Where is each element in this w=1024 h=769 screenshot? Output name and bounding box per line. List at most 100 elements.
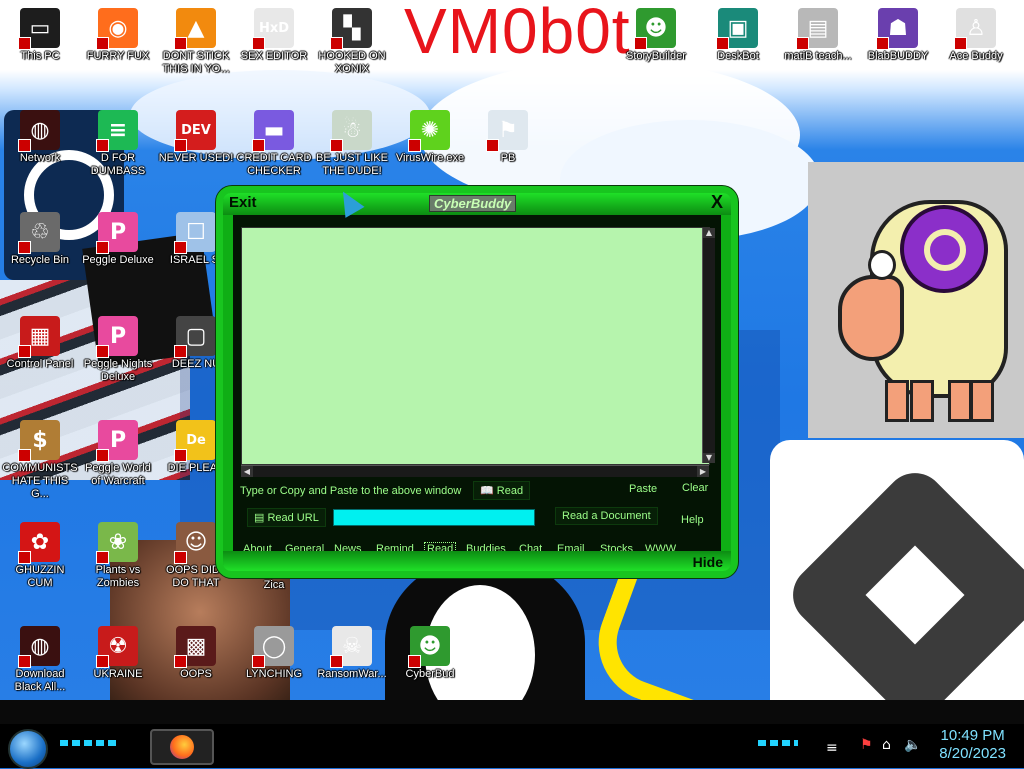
shortcut-badge-icon: [634, 37, 647, 50]
desktop-icon[interactable]: ≡ D FOR DUMBASS: [80, 110, 156, 178]
desktop-icon-label: BlabBUDDY: [867, 50, 929, 62]
app-icon: ❀: [96, 522, 138, 564]
taskbar-firefox[interactable]: [150, 729, 214, 765]
exit-button[interactable]: Exit: [229, 194, 257, 211]
desktop-icon[interactable]: $ COMMUNISTS HATE THIS G...: [2, 420, 78, 501]
app-icon: ▢: [174, 316, 216, 358]
frame-left: [223, 215, 233, 551]
scroll-down-icon[interactable]: ▼: [703, 453, 715, 463]
shortcut-badge-icon: [18, 37, 31, 50]
desktop-icon[interactable]: ⚑ PB: [470, 110, 546, 165]
desktop-icon[interactable]: ▦ Control Panel: [2, 316, 78, 371]
shortcut-badge-icon: [18, 655, 31, 668]
shortcut-badge-icon: [252, 139, 265, 152]
desktop-icon-label: D FOR DUMBASS: [90, 152, 146, 177]
shortcut-badge-icon: [18, 139, 31, 152]
desktop-icon[interactable]: ◍ Download Black All...: [2, 626, 78, 694]
scroll-left-icon[interactable]: ◀: [241, 466, 253, 477]
desktop-icon[interactable]: ▲ DONT STICK THIS IN YO...: [158, 8, 234, 76]
app-icon: ☻: [634, 8, 676, 50]
shortcut-badge-icon: [96, 345, 109, 358]
app-icon: P: [96, 420, 138, 462]
help-button[interactable]: Help: [681, 514, 704, 526]
read-button[interactable]: 📖 Read: [473, 481, 531, 500]
desktop-icon[interactable]: ▩ OOPS: [158, 626, 234, 681]
desktop-icon-label: BE JUST LIKE THE DUDE!: [316, 152, 388, 177]
close-button[interactable]: X: [711, 192, 723, 213]
desktop-icon-label: Recycle Bin: [10, 254, 70, 266]
desktop-icon[interactable]: ▬ CREDIT CARD CHECKER: [236, 110, 312, 178]
desktop-icon[interactable]: ☻ CyberBud: [392, 626, 468, 681]
desktop-icon[interactable]: P Peggle World of Warcraft: [80, 420, 156, 488]
hint-label: Type or Copy and Paste to the above wind…: [240, 485, 462, 497]
desktop-icon[interactable]: ✺ VirusWire.exe: [392, 110, 468, 165]
shortcut-badge-icon: [408, 139, 421, 152]
cyberbuddy-window: Exit CyberBuddy X ▲ ▼ ◀ ▶ Type or Copy a…: [216, 186, 738, 578]
desktop-icon[interactable]: ◯ LYNCHING: [236, 626, 312, 681]
app-icon: ▩: [174, 626, 216, 668]
desktop-icon-label: LYNCHING: [245, 668, 303, 680]
paste-button[interactable]: Paste: [629, 483, 657, 495]
read-url-button[interactable]: ▤ Read URL: [247, 508, 326, 527]
scroll-right-icon[interactable]: ▶: [697, 466, 709, 477]
app-icon: ◉: [96, 8, 138, 50]
taskbar-menu-icon[interactable]: ≡: [826, 740, 838, 756]
desktop-icon-label: Peggle Nights Deluxe: [83, 358, 153, 383]
app-icon: ▤: [796, 8, 838, 50]
desktop-icon[interactable]: P Peggle Nights Deluxe: [80, 316, 156, 384]
network-icon[interactable]: ⌂: [882, 737, 891, 753]
desktop-icon[interactable]: DEV NEVER USED!: [158, 110, 234, 165]
desktop-icon-label: GHUZZIN CUM: [15, 564, 65, 589]
horizontal-scrollbar[interactable]: ◀ ▶: [241, 465, 709, 477]
desktop-icon[interactable]: ☻ StoryBuilder: [618, 8, 694, 63]
shortcut-badge-icon: [96, 449, 109, 462]
read-text-area[interactable]: [241, 227, 710, 465]
shortcut-badge-icon: [174, 139, 187, 152]
app-icon: ♲: [18, 212, 60, 254]
app-icon: ☠: [330, 626, 372, 668]
clock-date: 8/20/2023: [939, 745, 1006, 762]
notification-flag-icon[interactable]: ⚑: [860, 737, 873, 753]
desktop-icon[interactable]: P Peggle Deluxe: [80, 212, 156, 267]
app-icon: ◯: [252, 626, 294, 668]
desktop-icon[interactable]: ☠ RansomWar...: [314, 626, 390, 681]
app-icon: ▣: [716, 8, 758, 50]
desktop-icon[interactable]: ❀ Plants vs Zombies: [80, 522, 156, 590]
shortcut-badge-icon: [174, 655, 187, 668]
shortcut-badge-icon: [18, 551, 31, 564]
desktop-icon[interactable]: ▚ HOOKED ON XONIX: [314, 8, 390, 76]
desktop-icon[interactable]: HxD SEX EDITOR: [236, 8, 312, 63]
shortcut-badge-icon: [96, 551, 109, 564]
desktop-icon[interactable]: ▭ This PC: [2, 8, 78, 63]
desktop-icon[interactable]: ▣ DeskBot: [700, 8, 776, 63]
app-icon: ☗: [876, 8, 918, 50]
volume-icon[interactable]: 🔈: [904, 737, 921, 753]
start-button[interactable]: [8, 729, 48, 769]
desktop-icon[interactable]: ✿ GHUZZIN CUM: [2, 522, 78, 590]
desktop-icon[interactable]: ♙ Ace Buddy: [938, 8, 1014, 63]
document-icon: ▤: [254, 512, 268, 524]
hide-button[interactable]: Hide: [693, 554, 723, 570]
title-bar[interactable]: Exit CyberBuddy X: [223, 192, 731, 215]
desktop-icon[interactable]: ♲ Recycle Bin: [2, 212, 78, 267]
vertical-scrollbar[interactable]: ▲ ▼: [702, 228, 715, 463]
desktop-icon-label: Plants vs Zombies: [95, 564, 141, 589]
desktop-icon[interactable]: ▤ matiB teach...: [780, 8, 856, 63]
clock-time: 10:49 PM: [940, 727, 1005, 744]
read-document-button[interactable]: Read a Document: [555, 507, 658, 525]
scroll-up-icon[interactable]: ▲: [703, 228, 715, 238]
url-input[interactable]: [333, 509, 535, 526]
taskbar-decoration: [758, 740, 798, 746]
shortcut-badge-icon: [18, 345, 31, 358]
desktop-icon[interactable]: ☃ BE JUST LIKE THE DUDE!: [314, 110, 390, 178]
desktop-icon[interactable]: ◍ Network: [2, 110, 78, 165]
desktop-icon[interactable]: ☢ UKRAINE: [80, 626, 156, 681]
clear-button[interactable]: Clear: [682, 482, 708, 494]
shortcut-badge-icon: [18, 241, 31, 254]
desktop-icon[interactable]: ◉ FURRY FUX: [80, 8, 156, 63]
desktop-icon-label: PB: [500, 152, 516, 164]
clock[interactable]: 10:49 PM 8/20/2023: [939, 727, 1006, 763]
desktop-icon[interactable]: ☗ BlabBUDDY: [860, 8, 936, 63]
app-icon: ✿: [18, 522, 60, 564]
app-icon: P: [96, 212, 138, 254]
